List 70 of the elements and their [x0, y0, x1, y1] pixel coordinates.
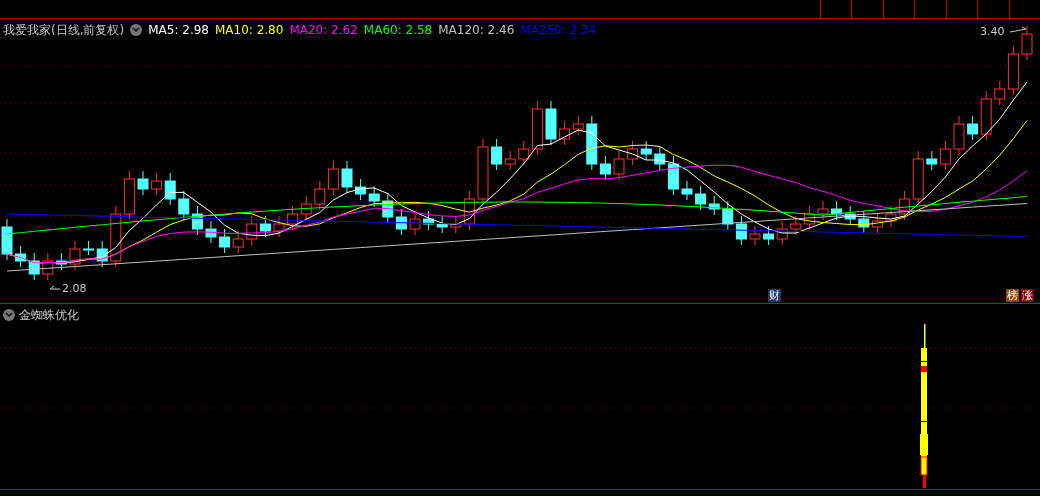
candlestick [327, 160, 339, 196]
candlestick [300, 195, 312, 221]
candlestick [817, 200, 829, 221]
moving-average-value: MA250: 2.34 [520, 22, 597, 39]
chevron-down-icon[interactable] [3, 309, 15, 321]
candlestick [423, 210, 435, 231]
moving-average-value: MA120: 2.46 [438, 22, 515, 39]
candlestick [545, 100, 557, 146]
chart-title: 我爱我家(日线,前复权) [3, 22, 125, 39]
candlestick [151, 172, 163, 196]
candlestick [15, 245, 27, 268]
candlestick [627, 140, 639, 166]
candlestick [776, 220, 788, 246]
candlestick [137, 170, 149, 196]
candlestick [110, 205, 122, 268]
candlestick [164, 172, 176, 206]
candlestick [953, 115, 965, 156]
candlestick [436, 215, 448, 234]
chevron-down-icon[interactable] [130, 24, 143, 36]
price-high-label: 3.40 [980, 24, 1005, 40]
candlestick [409, 210, 421, 236]
candlestick [477, 138, 489, 206]
candlestick [708, 195, 720, 216]
candlestick [341, 160, 353, 194]
candlestick [273, 215, 285, 238]
candlestick [735, 215, 747, 246]
moving-average-value: MA10: 2.80 [214, 22, 284, 39]
candlestick [803, 205, 815, 231]
candlestick [1021, 25, 1033, 61]
candlestick [205, 220, 217, 244]
moving-average-value: MA60: 2.58 [363, 22, 433, 39]
candlestick [831, 200, 843, 221]
arrow-icon [1009, 26, 1027, 33]
candlestick [681, 180, 693, 201]
candlestick [763, 225, 775, 246]
candlestick [395, 208, 407, 236]
candlestick [219, 228, 231, 254]
candlestick [232, 230, 244, 254]
candlestick [749, 225, 761, 246]
candlestick [559, 120, 571, 146]
candlestick [355, 178, 367, 201]
candlestick [790, 215, 802, 236]
candlestick [844, 205, 856, 226]
event-badge[interactable]: 榜 [1006, 289, 1019, 302]
candlestick [613, 150, 625, 181]
candlestick [885, 205, 897, 228]
candlestick [123, 170, 135, 221]
candlestick [640, 140, 652, 161]
candlestick [191, 205, 203, 236]
candlestick [287, 205, 299, 231]
candlestick [246, 215, 258, 246]
moving-average-value: MA5: 2.98 [148, 22, 209, 39]
candlestick [368, 185, 380, 208]
candlestick [572, 115, 584, 136]
event-badge[interactable]: 财 [768, 289, 781, 302]
candlestick [314, 180, 326, 211]
candlestick [28, 252, 40, 281]
arrow-icon [49, 285, 61, 290]
candlestick [858, 210, 870, 234]
event-badge[interactable]: 涨 [1021, 289, 1034, 302]
indicator-title: 金蜘蛛优化 [19, 307, 79, 324]
candlestick [871, 212, 883, 234]
candlestick [69, 240, 81, 271]
candlestick [1, 218, 13, 261]
candlestick [722, 200, 734, 231]
candlestick [259, 215, 271, 238]
price-low-label: 2.08 [62, 281, 87, 297]
candlestick [382, 192, 394, 224]
moving-average-value: MA20: 2.62 [289, 22, 358, 39]
candlestick [695, 185, 707, 211]
